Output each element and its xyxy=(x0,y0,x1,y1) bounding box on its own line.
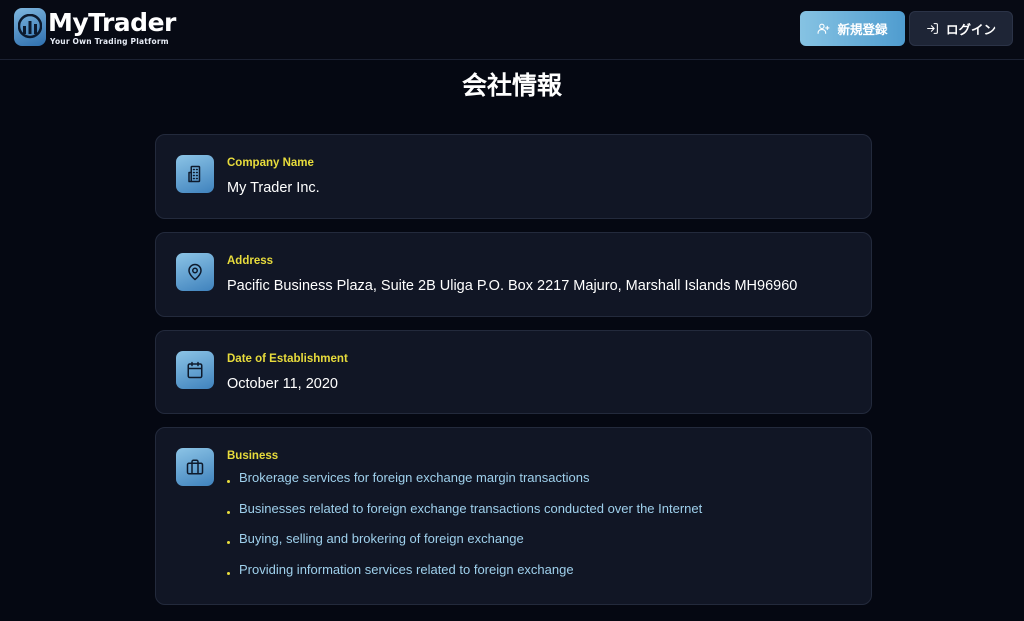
establishment-date-value: October 11, 2020 xyxy=(227,376,338,392)
bullet-dot xyxy=(227,510,230,514)
bullet-dot xyxy=(227,480,230,483)
company-name-label: Company Name xyxy=(227,157,314,169)
logo-chart-icon xyxy=(14,8,46,46)
brand-name: MyTrader xyxy=(48,8,176,37)
login-label: ログイン xyxy=(945,23,996,37)
page-title: 会社情報 xyxy=(461,71,562,100)
user-plus-icon xyxy=(818,23,830,34)
company-name-value: My Trader Inc. xyxy=(227,180,320,196)
business-label: Business xyxy=(227,450,279,462)
business-item-text: Providing information services related t… xyxy=(239,562,574,578)
business-card: Business Brokerage services for foreign … xyxy=(155,427,872,605)
calendar-icon xyxy=(176,351,214,389)
list-item: Brokerage services for foreign exchange … xyxy=(227,470,702,501)
list-item: Buying, selling and brokering of foreign… xyxy=(227,531,702,562)
bullet-dot xyxy=(227,541,230,545)
brand-logo[interactable]: MyTrader Your Own Trading Platform xyxy=(14,8,176,46)
brand-tagline: Your Own Trading Platform xyxy=(50,37,169,46)
map-pin-icon xyxy=(176,253,214,291)
business-list: Brokerage services for foreign exchange … xyxy=(227,470,702,593)
list-item: Businesses related to foreign exchange t… xyxy=(227,501,702,532)
establishment-date-card: Date of Establishment October 11, 2020 xyxy=(155,330,872,414)
business-item-text: Businesses related to foreign exchange t… xyxy=(239,500,703,516)
register-label: 新規登録 xyxy=(837,23,888,37)
briefcase-icon xyxy=(176,448,214,486)
address-card: Address Pacific Business Plaza, Suite 2B… xyxy=(155,232,872,317)
list-item: Providing information services related t… xyxy=(227,562,702,593)
business-item-text: Brokerage services for foreign exchange … xyxy=(239,470,590,485)
company-name-card: Company Name My Trader Inc. xyxy=(155,134,872,219)
top-header: MyTrader Your Own Trading Platform 新規登録 … xyxy=(0,0,1024,60)
building-icon xyxy=(176,155,214,193)
address-value: Pacific Business Plaza, Suite 2B Uliga P… xyxy=(227,278,798,294)
bullet-dot xyxy=(227,572,230,576)
login-button[interactable]: ログイン xyxy=(909,11,1013,46)
login-icon xyxy=(927,23,938,34)
register-button[interactable]: 新規登録 xyxy=(800,11,905,46)
establishment-date-label: Date of Establishment xyxy=(227,353,348,365)
business-item-text: Buying, selling and brokering of foreign… xyxy=(239,531,524,547)
address-label: Address xyxy=(227,255,274,267)
